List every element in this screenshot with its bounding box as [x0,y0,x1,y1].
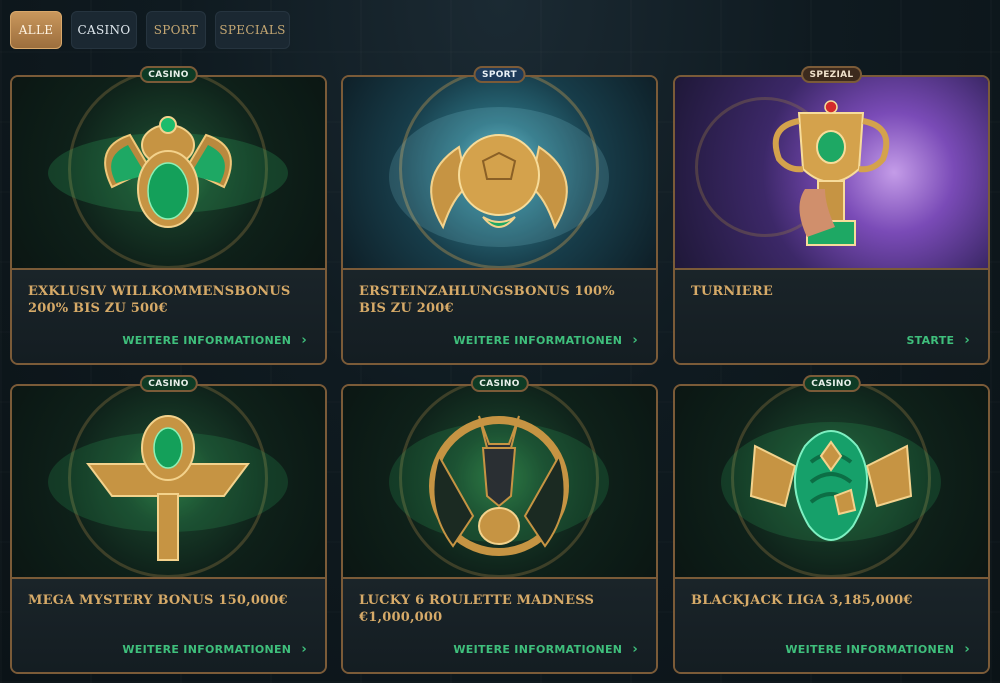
promo-title: LUCKY 6 ROULETTE MADNESS €1,000,000 [359,593,595,625]
more-info-link[interactable]: WEITERE INFORMATIONEN › [453,333,638,348]
more-info-link[interactable]: WEITERE INFORMATIONEN › [122,642,307,657]
link-label: WEITERE INFORMATIONEN [453,334,623,347]
promo-info: EXKLUSIV WILLKOMMENSBONUS 200% BIS ZU 50… [12,270,325,363]
promo-artwork [675,77,988,270]
chevron-right-icon: › [632,333,638,348]
filter-tab-casino[interactable]: CASINO [71,11,137,49]
promo-artwork [675,386,988,579]
ankh-icon [48,415,288,561]
anubis-icon [389,415,609,556]
filter-tabs: ALLE CASINO SPORT SPECIALS [10,11,290,49]
promo-info: BLACKJACK LIGA 3,185,000€ WEITERE INFORM… [675,579,988,672]
promo-artwork [12,386,325,579]
filter-tab-sport[interactable]: SPORT [146,11,206,49]
promo-artwork [12,77,325,270]
category-badge: CASINO [139,375,198,392]
promo-card[interactable]: CASINO MEGA MYSTERY BONUS 150,000€ WEITE… [10,375,327,674]
link-label: WEITERE INFORMATIONEN [122,643,292,656]
promo-card[interactable]: CASINO LUCKY 6 ROULETTE MADNESS €1,000,0… [341,375,658,674]
winged-ball-icon [389,107,609,247]
promo-title: TURNIERE [691,284,773,299]
link-label: WEITERE INFORMATIONEN [453,643,623,656]
category-badge: SPEZIAL [800,66,863,83]
more-info-link[interactable]: WEITERE INFORMATIONEN › [453,642,638,657]
link-label: STARTE [906,334,955,347]
chevron-right-icon: › [632,642,638,657]
more-info-link[interactable]: WEITERE INFORMATIONEN › [122,333,307,348]
promo-title: BLACKJACK LIGA 3,185,000€ [691,593,913,608]
promo-card[interactable]: CASINO EXKLUSIV WILLKOMMENSBONUS 200% BI… [10,66,327,365]
trophy-icon [772,100,890,246]
more-info-link[interactable]: WEITERE INFORMATIONEN › [785,642,970,657]
promo-title: EXKLUSIV WILLKOMMENSBONUS 200% BIS ZU 50… [28,284,291,316]
promo-info: ERSTEINZAHLUNGSBONUS 100% BIS ZU 200€ WE… [343,270,656,363]
chevron-right-icon: › [301,642,307,657]
category-badge: CASINO [470,375,529,392]
serpent-icon [721,422,941,542]
category-badge: SPORT [473,66,526,83]
promo-title: MEGA MYSTERY BONUS 150,000€ [28,593,288,608]
promo-card[interactable]: CASINO BLACKJACK LIGA 3,185,000€ WEITERE… [673,375,990,674]
filter-tab-specials[interactable]: SPECIALS [215,11,290,49]
promo-info: LUCKY 6 ROULETTE MADNESS €1,000,000 WEIT… [343,579,656,672]
scarab-icon [48,116,288,228]
link-label: WEITERE INFORMATIONEN [122,334,292,347]
link-label: WEITERE INFORMATIONEN [785,643,955,656]
promo-card[interactable]: SPEZIAL TURNIERE STARTE › [673,66,990,365]
chevron-right-icon: › [964,333,970,348]
chevron-right-icon: › [964,642,970,657]
promo-artwork [343,386,656,579]
promo-info: MEGA MYSTERY BONUS 150,000€ WEITERE INFO… [12,579,325,672]
chevron-right-icon: › [301,333,307,348]
promo-info: TURNIERE STARTE › [675,270,988,363]
category-badge: CASINO [139,66,198,83]
promo-card[interactable]: SPORT ERSTEINZAHLUNGSBONUS 100% BIS ZU 2… [341,66,658,365]
category-badge: CASINO [802,375,861,392]
promo-artwork [343,77,656,270]
promo-title: ERSTEINZAHLUNGSBONUS 100% BIS ZU 200€ [359,284,615,316]
filter-tab-alle[interactable]: ALLE [10,11,62,49]
start-link[interactable]: STARTE › [906,333,970,348]
